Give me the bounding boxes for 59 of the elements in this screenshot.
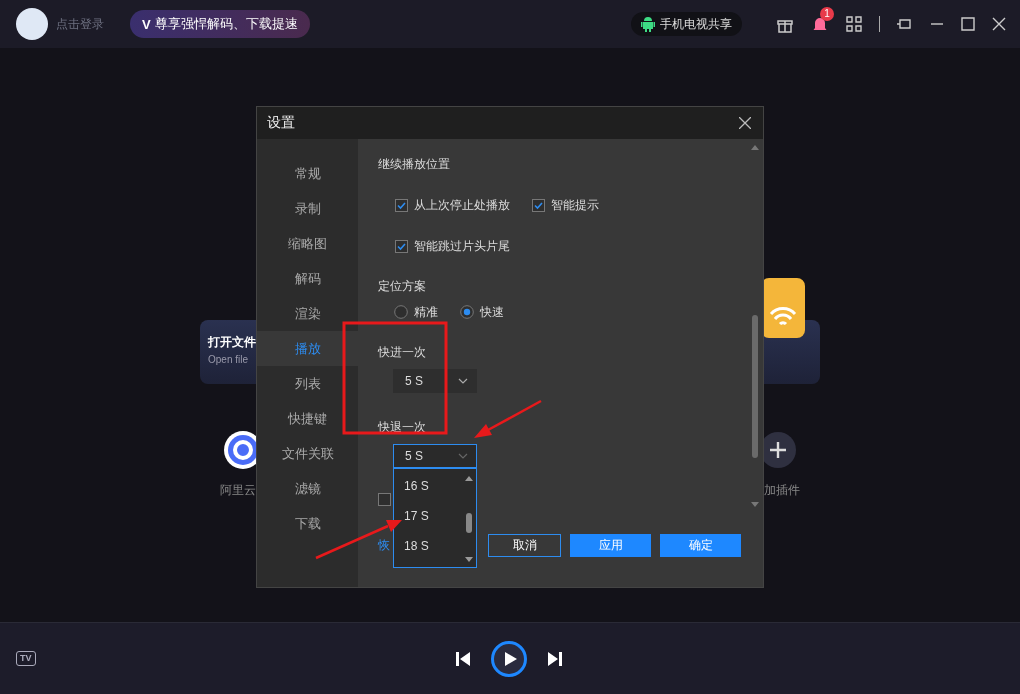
avatar-icon[interactable]	[16, 8, 48, 40]
section-heading: 继续播放位置	[378, 156, 450, 173]
radio-label[interactable]: 精准	[414, 303, 438, 321]
radio-button[interactable]	[460, 305, 474, 319]
section-heading: 快进一次	[378, 344, 426, 361]
share-button[interactable]: 手机电视共享	[631, 12, 742, 36]
chevron-icon	[458, 378, 468, 384]
nav-item[interactable]: 常规	[257, 156, 358, 191]
login-link[interactable]: 点击登录	[56, 15, 104, 33]
dropdown-option[interactable]: 18 S	[394, 531, 464, 561]
android-icon	[641, 16, 655, 32]
nav-item[interactable]: 缩略图	[257, 226, 358, 261]
card-subtitle: Open file	[208, 354, 249, 365]
dialog-button[interactable]: 取消	[488, 534, 561, 557]
nav-item[interactable]: 下载	[257, 506, 358, 541]
section-heading: 定位方案	[378, 278, 426, 295]
nav-item[interactable]: 渲染	[257, 296, 358, 331]
notification-badge: 1	[820, 7, 834, 21]
annotation-arrow	[474, 399, 542, 438]
previous-icon[interactable]	[455, 651, 471, 667]
chevron-icon	[458, 453, 468, 459]
checkbox[interactable]	[532, 198, 545, 212]
checkbox[interactable]	[395, 239, 408, 253]
play-button[interactable]	[491, 641, 527, 677]
dialog-button[interactable]: 应用	[570, 534, 651, 557]
checkbox-label[interactable]: 智能提示	[551, 196, 599, 214]
card-title: 打开文件	[208, 334, 256, 351]
dropdown-select[interactable]: 5 S	[393, 369, 477, 393]
pin-icon[interactable]	[897, 17, 913, 31]
radio-button[interactable]	[394, 305, 408, 319]
close-icon[interactable]	[739, 117, 751, 129]
tv-button[interactable]: TV	[16, 651, 36, 666]
radio-label[interactable]: 快速	[480, 303, 504, 321]
dropdown-select[interactable]: 5 S	[393, 444, 477, 468]
nav-item[interactable]: 文件关联	[257, 436, 358, 471]
nav-item[interactable]: 录制	[257, 191, 358, 226]
checkbox-label[interactable]: 从上次停止处播放	[414, 196, 510, 214]
grid-icon[interactable]	[846, 16, 862, 32]
checkbox-label[interactable]: 智能跳过片头片尾	[414, 237, 510, 255]
next-icon[interactable]	[547, 651, 563, 667]
cloud-label: 阿里云	[220, 482, 256, 499]
checkbox[interactable]	[395, 198, 408, 212]
section-heading: 快退一次	[378, 419, 426, 436]
nav-item[interactable]: 快捷键	[257, 401, 358, 436]
nav-item[interactable]: 解码	[257, 261, 358, 296]
bell-icon[interactable]	[811, 15, 829, 33]
dropdown-option[interactable]: 17 S	[394, 501, 464, 531]
nav-item[interactable]: 滤镜	[257, 471, 358, 506]
dropdown-option[interactable]: 16 S	[394, 471, 464, 501]
plugin-label: 加插件	[764, 482, 800, 499]
dialog-title: 设置	[267, 114, 295, 132]
checkbox[interactable]	[378, 493, 391, 506]
dialog-button[interactable]: 确定	[660, 534, 741, 557]
maximize-icon[interactable]	[961, 17, 975, 31]
nav-item[interactable]: 列表	[257, 366, 358, 401]
play-icon	[503, 651, 518, 667]
nav-item[interactable]: 播放	[257, 331, 358, 366]
promo-button[interactable]: V 尊享强悍解码、下载提速	[130, 10, 310, 38]
close-icon[interactable]	[992, 17, 1006, 31]
